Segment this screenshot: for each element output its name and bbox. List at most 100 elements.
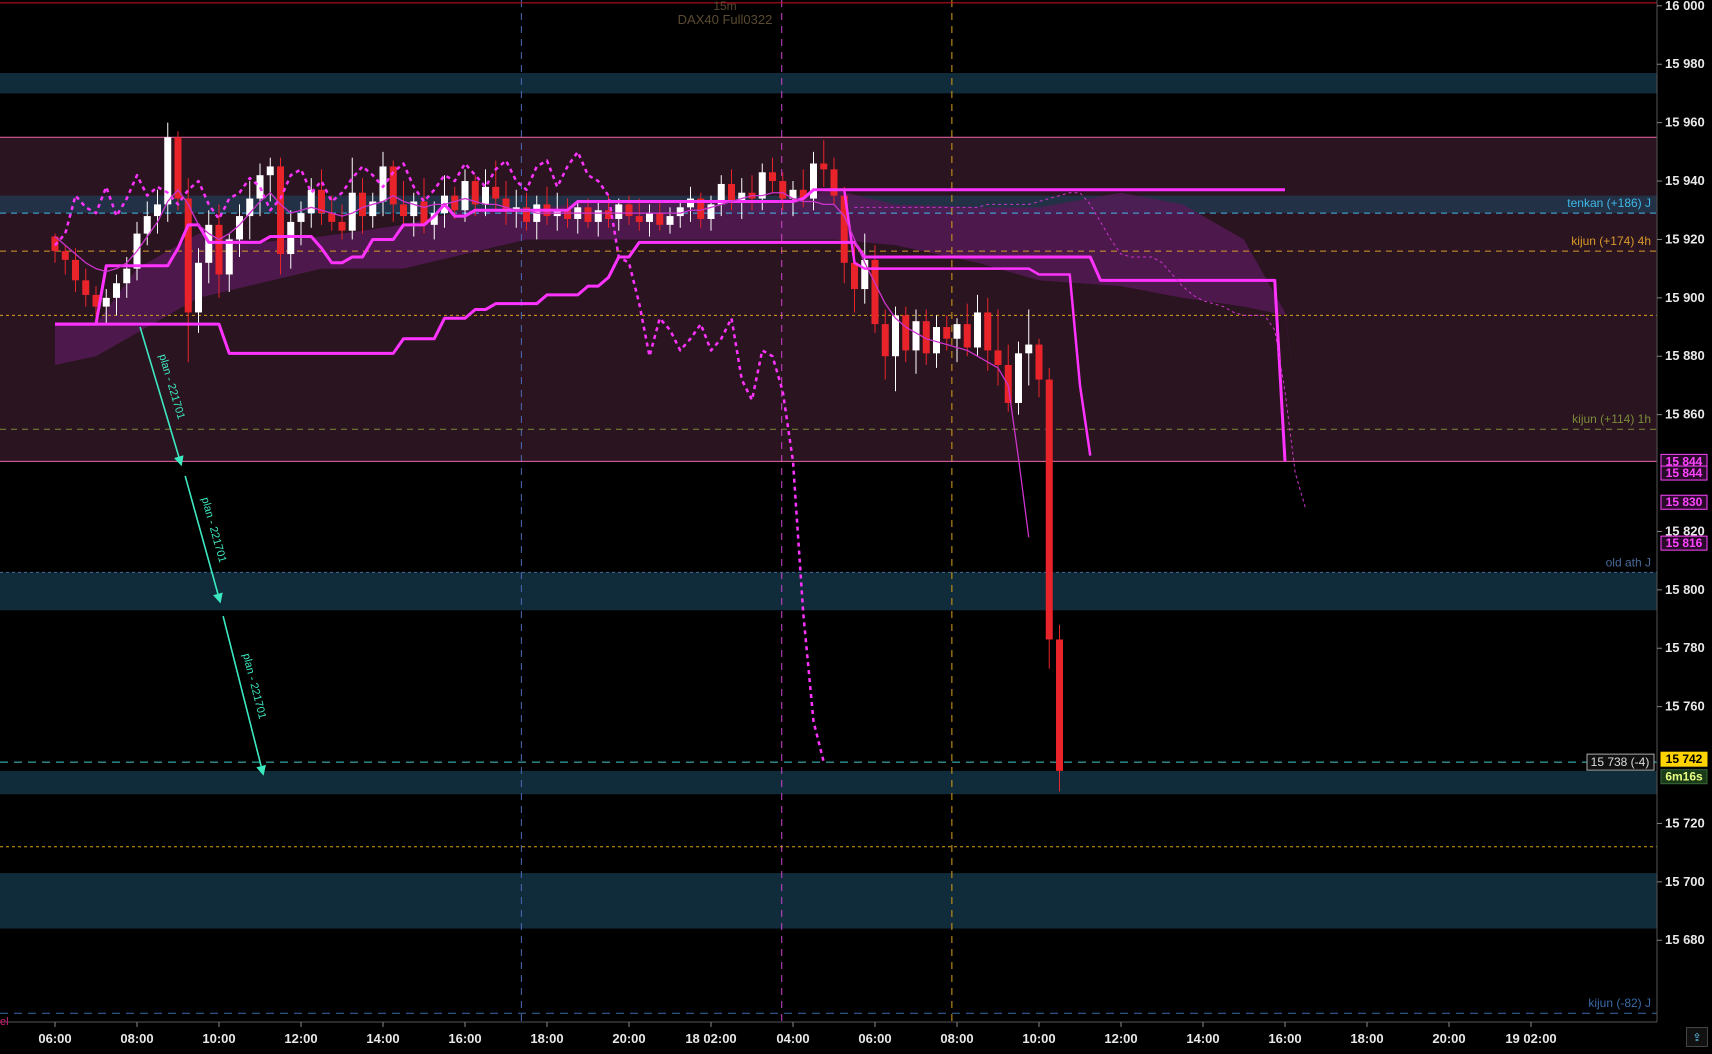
candle-body [953, 324, 961, 339]
candle-body [676, 207, 684, 217]
time-tick-label: 04:00 [776, 1031, 809, 1046]
candle-body [61, 251, 69, 260]
price-tag-label: 15 844 [1666, 466, 1703, 480]
candle-body [102, 297, 110, 307]
candle-body [646, 213, 653, 222]
zone-band [0, 73, 1657, 94]
time-tick-label: 18:00 [1350, 1031, 1383, 1046]
zone-band [0, 873, 1657, 929]
candle-body [379, 166, 387, 202]
price-tick-label: 15 900 [1665, 290, 1705, 305]
candle-body [113, 283, 120, 298]
time-tick-label: 16:00 [1268, 1031, 1301, 1046]
candle-body [492, 186, 500, 199]
price-tick-label: 15 880 [1665, 348, 1705, 363]
candle-body [851, 262, 858, 290]
zone-band [0, 770, 1657, 795]
candle-body [164, 137, 172, 205]
candle-body [266, 166, 274, 176]
level-label: tenkan (+186) J [1567, 196, 1651, 210]
candle-body [1025, 344, 1033, 354]
candle-body [912, 321, 920, 351]
candle-body [1035, 344, 1043, 380]
time-tick-label: 14:00 [366, 1031, 399, 1046]
price-tag-label: 6m16s [1665, 770, 1703, 784]
candle-body [143, 216, 151, 234]
time-tick-label: 20:00 [612, 1031, 645, 1046]
candle-body [892, 315, 899, 357]
price-tag-label: 15 830 [1666, 495, 1703, 509]
price-tick-label: 15 720 [1665, 815, 1705, 830]
level-label: kijun (+114) 1h [1572, 412, 1651, 426]
candle-body [1045, 379, 1053, 640]
candle-body [307, 189, 315, 214]
price-tag-label: 15 742 [1666, 752, 1703, 766]
candle-body [994, 350, 1002, 365]
time-tick-label: 20:00 [1432, 1031, 1465, 1046]
time-tick-label: 16:00 [448, 1031, 481, 1046]
candle-body [615, 204, 623, 219]
candle-body [625, 204, 633, 217]
time-tick-label: 18 02:00 [685, 1031, 736, 1046]
last-price-label: 15 738 (-4) [1591, 755, 1650, 769]
time-tick-label: 14:00 [1186, 1031, 1219, 1046]
candle-body [400, 204, 407, 217]
candle-body [974, 312, 981, 348]
time-tick-label: 19 02:00 [1505, 1031, 1556, 1046]
time-tick-label: 12:00 [284, 1031, 317, 1046]
candle-body [984, 312, 992, 351]
candle-body [933, 327, 940, 354]
time-tick-label: 12:00 [1104, 1031, 1137, 1046]
candle-body [728, 183, 735, 202]
candle-body [154, 204, 161, 217]
candle-body [359, 192, 366, 217]
candle-body [1004, 365, 1012, 403]
candle-body [297, 213, 305, 222]
price-tick-label: 15 920 [1665, 231, 1705, 246]
candle-body [861, 259, 869, 290]
price-tick-label: 15 860 [1665, 407, 1705, 422]
candle-body [594, 210, 602, 222]
zone-band [0, 572, 1657, 611]
price-tag-label: 15 816 [1666, 536, 1703, 550]
time-tick-label: 06:00 [858, 1031, 891, 1046]
candle-body [902, 315, 910, 351]
level-label: kijun (-82) J [1588, 996, 1651, 1010]
candlestick-chart: tenkan (+186) J kijun (+174) 4h kijun (+11… [0, 0, 1712, 1049]
level-label: old ath J [1606, 555, 1651, 569]
time-tick-label: 06:00 [38, 1031, 71, 1046]
time-tick-label: 10:00 [202, 1031, 235, 1046]
candle-body [338, 221, 346, 231]
candle-body [82, 280, 90, 295]
candle-body [666, 216, 674, 225]
candle-body [482, 186, 489, 205]
time-tick-label: 08:00 [120, 1031, 153, 1046]
candle-body [1015, 353, 1022, 403]
scroll-to-end-button[interactable]: ⇪ [1686, 1027, 1708, 1047]
price-tick-label: 15 680 [1665, 932, 1705, 947]
candle-body [215, 224, 223, 275]
candle-body [256, 175, 264, 199]
chart-canvas: tenkan (+186) J kijun (+174) 4h kijun (+11… [0, 0, 1712, 1049]
candle-body [769, 172, 776, 182]
price-tick-label: 15 800 [1665, 582, 1705, 597]
time-axis-panel [0, 1022, 1657, 1049]
level-label: kijun (+174) 4h [1571, 234, 1651, 248]
time-tick-label: 10:00 [1022, 1031, 1055, 1046]
candle-body [72, 259, 79, 281]
candle-body [635, 216, 643, 222]
candle-body [820, 163, 828, 170]
candle-body [277, 166, 284, 255]
candle-body [881, 324, 889, 357]
time-tick-label: 08:00 [940, 1031, 973, 1046]
symbol-label: DAX40 Full0322 [678, 12, 773, 27]
candle-body [123, 268, 131, 284]
price-tick-label: 15 780 [1665, 640, 1705, 655]
time-tick-label: 18:00 [530, 1031, 563, 1046]
legend-fragment: el [0, 1016, 9, 1028]
candle-body [195, 262, 202, 313]
candle-body [779, 181, 787, 199]
range-box [0, 137, 1657, 462]
candle-body [184, 198, 192, 313]
price-tick-label: 15 980 [1665, 56, 1705, 71]
